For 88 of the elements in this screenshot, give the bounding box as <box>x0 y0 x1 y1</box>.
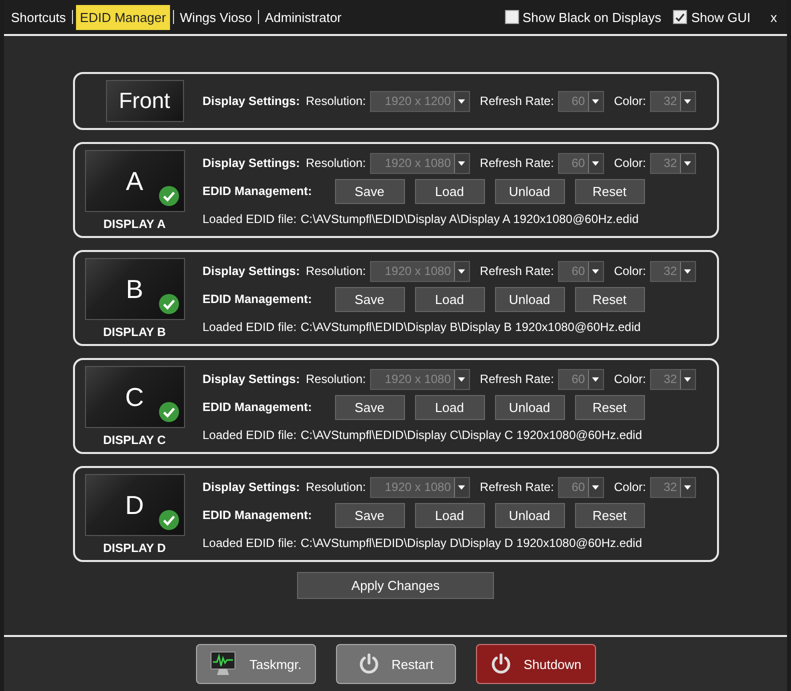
edid-button[interactable]: Reset <box>574 178 644 204</box>
caret-icon <box>592 160 600 166</box>
color-label: Color: <box>614 156 646 170</box>
color-label: Color: <box>614 480 646 494</box>
edid-button[interactable]: Load <box>414 394 484 420</box>
settings-label: Display Settings: <box>202 156 300 170</box>
file-path: C:\AVStumpfl\EDID\Display A\Display A 1920x1080@60Hz.edid <box>300 212 639 226</box>
settings-label: Display Settings: <box>202 480 300 494</box>
file-label: Loaded EDID file: <box>202 428 297 442</box>
caret-icon <box>458 98 466 104</box>
file-label: Loaded EDID file: <box>202 320 297 334</box>
footer-button[interactable]: Restart <box>336 644 456 684</box>
front-label: Front <box>106 80 184 122</box>
tab[interactable]: Shortcuts <box>8 6 69 28</box>
edid-button[interactable]: Load <box>414 178 484 204</box>
checkbox[interactable] <box>673 10 688 24</box>
color-label: Color: <box>614 264 646 278</box>
edid-management-label: EDID Management: <box>202 292 313 306</box>
file-path: C:\AVStumpfl\EDID\Display B\Display B 1920x1080@60Hz.edid <box>300 320 641 334</box>
refresh-rate-label: Refresh Rate: <box>480 156 554 170</box>
resolution-label: Resolution: <box>306 94 366 108</box>
caret-icon <box>684 98 692 104</box>
caret-icon <box>458 376 466 382</box>
display-name: DISPLAY D <box>103 541 166 555</box>
caret-icon <box>458 160 466 166</box>
caret-icon <box>458 484 466 490</box>
footer-button[interactable]: Shutdown <box>476 644 596 684</box>
resolution-label: Resolution: <box>306 156 366 170</box>
display-letter: B <box>126 274 144 304</box>
caret-icon <box>684 376 692 382</box>
display-name: DISPLAY A <box>103 217 166 231</box>
tab[interactable]: Administrator <box>262 6 344 28</box>
tab[interactable]: EDID Manager <box>76 4 170 30</box>
display-name: DISPLAY C <box>103 433 166 447</box>
edid-button[interactable]: Save <box>334 394 404 420</box>
checkbox-label: Show Black on Displays <box>522 10 662 24</box>
apply-changes-button[interactable]: Apply Changes <box>297 572 494 599</box>
edid-management-label: EDID Management: <box>202 184 313 198</box>
monitor-icon <box>209 651 238 677</box>
footer-button[interactable]: Taskmgr. <box>196 644 316 684</box>
resolution-label: Resolution: <box>306 480 366 494</box>
power-icon <box>358 653 380 675</box>
edid-button[interactable]: Unload <box>494 178 564 204</box>
refresh-rate-label: Refresh Rate: <box>480 372 554 386</box>
resolution-label: Resolution: <box>306 372 366 386</box>
resolution-label: Resolution: <box>306 264 366 278</box>
settings-label: Display Settings: <box>202 94 300 108</box>
tab[interactable]: Wings Vioso <box>176 6 255 28</box>
display-letter: D <box>125 490 144 520</box>
caret-icon <box>458 268 466 274</box>
caret-icon <box>592 376 600 382</box>
edid-management-label: EDID Management: <box>202 508 313 522</box>
file-label: Loaded EDID file: <box>202 536 297 550</box>
edid-button[interactable]: Reset <box>574 286 644 312</box>
display-letter: C <box>125 382 144 412</box>
display-letter: A <box>126 166 144 196</box>
close-button[interactable]: x <box>762 10 783 24</box>
display-name: DISPLAY B <box>103 325 166 339</box>
caret-icon <box>684 160 692 166</box>
settings-label: Display Settings: <box>202 372 300 386</box>
edid-button[interactable]: Save <box>334 178 404 204</box>
edid-button[interactable]: Unload <box>494 502 564 528</box>
checkbox[interactable] <box>504 10 519 24</box>
caret-icon <box>684 484 692 490</box>
caret-icon <box>684 268 692 274</box>
power-icon <box>490 653 512 675</box>
checkbox-label: Show GUI <box>691 10 750 24</box>
file-path: C:\AVStumpfl\EDID\Display C\Display C 1920x1080@60Hz.edid <box>300 428 642 442</box>
edid-management-label: EDID Management: <box>202 400 313 414</box>
settings-label: Display Settings: <box>202 264 300 278</box>
edid-button[interactable]: Save <box>334 286 404 312</box>
file-label: Loaded EDID file: <box>202 212 297 226</box>
caret-icon <box>592 268 600 274</box>
refresh-rate-label: Refresh Rate: <box>480 480 554 494</box>
file-path: C:\AVStumpfl\EDID\Display D\Display D 1920x1080@60Hz.edid <box>300 536 642 550</box>
caret-icon <box>592 484 600 490</box>
edid-button[interactable]: Save <box>334 502 404 528</box>
refresh-rate-label: Refresh Rate: <box>480 264 554 278</box>
edid-button[interactable]: Reset <box>574 502 644 528</box>
edid-button[interactable]: Load <box>414 286 484 312</box>
refresh-rate-label: Refresh Rate: <box>480 94 554 108</box>
caret-icon <box>592 98 600 104</box>
edid-button[interactable]: Unload <box>494 394 564 420</box>
color-label: Color: <box>614 94 646 108</box>
edid-button[interactable]: Load <box>414 502 484 528</box>
edid-button[interactable]: Reset <box>574 394 644 420</box>
color-label: Color: <box>614 372 646 386</box>
edid-button[interactable]: Unload <box>494 286 564 312</box>
